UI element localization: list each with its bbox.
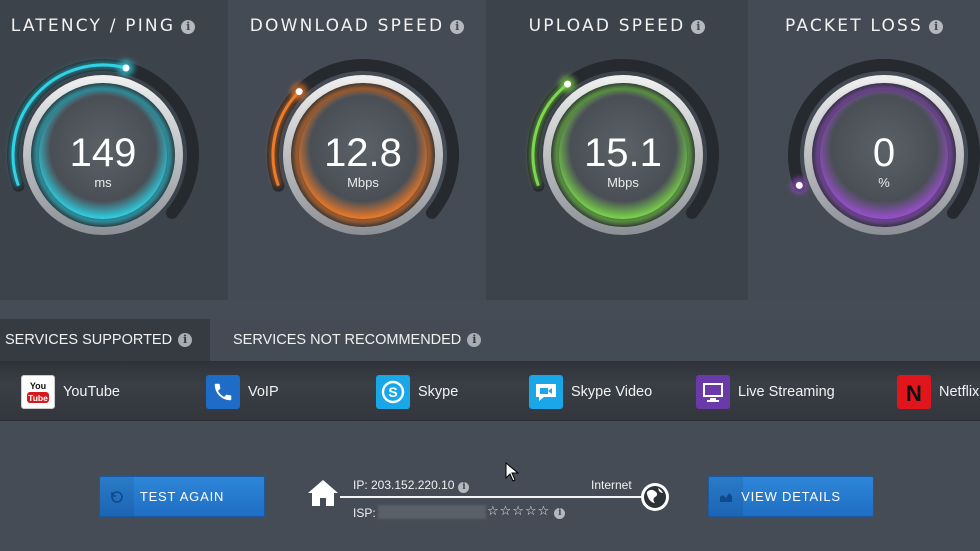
test-again-button[interactable]: TEST AGAIN (99, 476, 265, 517)
download-panel: DOWNLOAD SPEED i 12.8 Mbps (228, 0, 486, 300)
tab-label: SERVICES NOT RECOMMENDED (233, 332, 462, 348)
info-icon[interactable]: i (458, 482, 470, 493)
globe-icon (641, 483, 669, 511)
upload-title: UPLOAD SPEED (528, 16, 686, 36)
home-icon (308, 480, 338, 506)
info-icon[interactable]: i (181, 20, 196, 34)
skype-icon: S (376, 375, 410, 409)
packet-loss-title: PACKET LOSS (784, 16, 924, 36)
latency-panel: LATENCY / PING i 149 ms (0, 0, 228, 300)
download-value: 12.8 (324, 131, 402, 175)
service-live-streaming: Live Streaming (696, 375, 835, 409)
latency-title: LATENCY / PING (10, 16, 176, 36)
gauge-indicator (564, 80, 572, 88)
netflix-icon: N (897, 375, 931, 409)
video-chat-icon (529, 375, 563, 409)
service-label: Live Streaming (738, 384, 835, 400)
test-again-label: TEST AGAIN (139, 489, 225, 504)
phone-icon (206, 375, 240, 409)
packet-loss-panel: PACKET LOSS i 0 % (748, 0, 980, 300)
info-icon[interactable]: i (178, 333, 193, 347)
svg-text:S: S (388, 384, 397, 400)
gauge-indicator (295, 88, 303, 96)
service-label: Skype (418, 384, 459, 400)
view-details-label: VIEW DETAILS (741, 489, 841, 504)
gauge-row: LATENCY / PING i 149 ms DOWNLOAD SPEED i 1… (0, 0, 980, 300)
service-label: YouTube (63, 384, 120, 400)
ip-address: IP: 203.152.220.10 (353, 478, 455, 492)
tab-label: SERVICES SUPPORTED (5, 332, 173, 348)
upload-value: 15.1 (584, 131, 662, 175)
refresh-icon (100, 477, 134, 516)
internet-label: Internet (591, 478, 632, 492)
gauge-indicator (122, 64, 130, 72)
view-details-button[interactable]: VIEW DETAILS (708, 476, 874, 517)
tab-services-not-recommended[interactable]: SERVICES NOT RECOMMENDED i (233, 319, 482, 361)
service-netflix: N Netflix (897, 375, 979, 409)
mouse-cursor-icon (505, 462, 519, 482)
packet-loss-unit: % (878, 175, 890, 190)
download-title: DOWNLOAD SPEED (249, 16, 445, 36)
latency-value: 149 (69, 131, 137, 175)
info-icon[interactable]: i (467, 333, 482, 347)
svg-text:Tube: Tube (28, 393, 48, 403)
upload-unit: Mbps (607, 175, 639, 190)
service-label: Netflix (939, 384, 980, 400)
download-unit: Mbps (347, 175, 379, 190)
chart-icon (709, 477, 743, 516)
youtube-icon: You Tube (21, 375, 55, 409)
service-skype-video: Skype Video (529, 375, 652, 409)
info-icon[interactable]: i (554, 508, 566, 519)
tab-services-supported[interactable]: SERVICES SUPPORTED i (0, 319, 210, 361)
isp-rating: ☆☆☆☆☆ (487, 503, 551, 518)
service-label: Skype Video (571, 384, 653, 400)
connection-line (340, 496, 652, 498)
services-list: You Tube YouTube VoIP S Skype Skype Vide… (0, 361, 980, 421)
info-icon[interactable]: i (450, 20, 465, 34)
upload-panel: UPLOAD SPEED i 15.1 Mbps (486, 0, 748, 300)
packet-loss-value: 0 (872, 131, 896, 175)
isp-label: ISP: (353, 506, 376, 520)
service-voip: VoIP (206, 375, 279, 409)
svg-text:N: N (906, 381, 922, 405)
service-youtube: You Tube YouTube (21, 375, 120, 409)
latency-unit: ms (94, 175, 112, 190)
info-icon[interactable]: i (929, 20, 944, 34)
service-skype: S Skype (376, 375, 458, 409)
connection-info: IP: 203.152.220.10 i Internet ISP: ☆☆☆☆☆ i (306, 474, 676, 524)
service-label: VoIP (248, 384, 279, 400)
info-icon[interactable]: i (691, 20, 706, 34)
isp-redacted (377, 505, 486, 519)
svg-text:You: You (30, 381, 46, 391)
services-tabbar: SERVICES SUPPORTED i SERVICES NOT RECOMME… (0, 319, 980, 361)
monitor-icon (696, 375, 730, 409)
